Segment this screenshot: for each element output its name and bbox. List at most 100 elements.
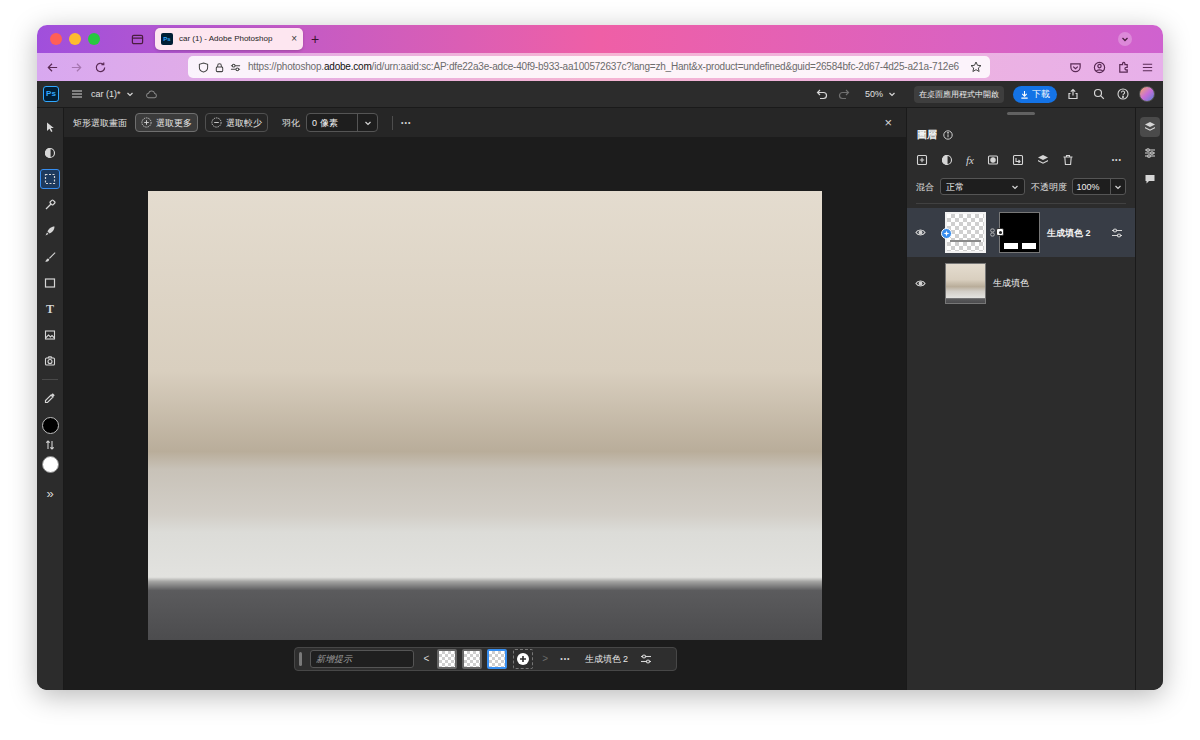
reload-icon[interactable] [94,61,107,74]
hamburger-icon[interactable] [71,88,83,100]
shield-icon[interactable] [198,62,209,73]
layer-properties-icon[interactable] [1111,227,1123,239]
zoom-level[interactable]: 50% [865,88,883,100]
canvas[interactable]: < > ••• 生成填色 2 [64,137,906,690]
opacity-value[interactable]: 100% [1073,179,1110,194]
foreground-color[interactable] [42,417,59,434]
new-tab-button[interactable]: + [311,31,319,47]
account-icon[interactable] [1093,61,1106,74]
more-tools-button[interactable]: » [46,487,53,500]
sliders-icon [1144,147,1156,159]
opacity-field[interactable]: 100% [1072,178,1126,195]
permissions-icon[interactable] [230,62,241,73]
close-button[interactable] [50,33,62,45]
healing-tool[interactable] [40,195,60,215]
visibility-eye-icon[interactable] [915,278,926,289]
bookmark-star-icon[interactable] [970,61,982,73]
extensions-icon[interactable] [1117,61,1130,74]
type-tool[interactable]: T [40,299,60,319]
zoom-button[interactable] [88,33,100,45]
properties-tab[interactable] [1140,143,1160,163]
layer-row[interactable]: 生成填色 [907,259,1135,307]
layer-mask-thumbnail[interactable] [999,212,1040,253]
add-selection-button[interactable]: 選取更多 [135,113,198,132]
opacity-dropdown[interactable] [1110,179,1125,194]
layers-more-button[interactable]: ••• [1112,154,1122,166]
search-icon[interactable] [1093,88,1105,100]
url-text[interactable]: https://photoshop.adobe.com/id/urn:aaid:… [248,60,966,74]
variation-thumbnail[interactable] [462,649,482,669]
new-layer-icon[interactable] [916,154,928,166]
shape-tool[interactable] [40,273,60,293]
open-in-desktop-button[interactable]: 在桌面應用程式中開啟 [914,86,1004,103]
feather-field[interactable]: 0 像素 [306,113,378,132]
layer-thumbnail[interactable] [945,212,986,253]
download-button[interactable]: 下載 [1013,86,1057,103]
visibility-eye-icon[interactable] [915,227,926,238]
panel-drag-handle[interactable] [1007,112,1035,115]
drag-handle[interactable] [299,652,302,666]
background-color[interactable] [42,456,59,473]
help-icon[interactable] [1117,88,1129,100]
minimize-button[interactable] [69,33,81,45]
options-close-button[interactable]: × [884,116,892,130]
share-icon[interactable] [1067,88,1079,100]
cloud-sync-icon[interactable] [145,89,158,100]
swap-colors-icon[interactable] [45,440,55,450]
photo[interactable] [148,191,822,640]
link-icon[interactable] [989,228,996,237]
options-more-button[interactable]: ••• [401,117,411,129]
tab-close[interactable]: × [291,33,297,45]
photoshop-favicon: Ps [161,33,173,45]
adjustment-layer-icon[interactable] [941,154,953,166]
photoshop-logo[interactable]: Ps [43,86,59,102]
address-field[interactable]: https://photoshop.adobe.com/id/urn:aaid:… [188,56,990,78]
place-image-tool[interactable] [40,325,60,345]
list-all-tabs[interactable] [1118,32,1132,46]
layer-thumbnail[interactable] [945,263,986,304]
layer-row[interactable]: 生成填色 2 [907,208,1135,257]
redo-icon[interactable] [838,88,850,100]
marquee-tool[interactable] [40,169,60,189]
tab-list-icon[interactable] [131,33,144,46]
feather-value[interactable]: 0 像素 [307,114,357,131]
chevron-down-icon[interactable] [126,90,134,98]
menu-icon[interactable] [1141,61,1154,74]
next-button[interactable]: > [542,653,548,665]
effects-button[interactable]: fx [966,154,974,166]
document-name[interactable]: car (1)* [91,88,121,100]
layer-name[interactable]: 生成填色 2 [1047,227,1091,239]
blend-mode-dropdown[interactable]: 正常 [940,178,1025,195]
camera-tool[interactable] [40,351,60,371]
comments-tab[interactable] [1140,169,1160,189]
brush-tool[interactable] [40,247,60,267]
browser-tab[interactable]: Ps car (1) - Adobe Photoshop × [155,28,303,50]
trash-icon[interactable] [1062,154,1074,166]
layers-tab[interactable] [1140,117,1160,137]
variation-thumbnail[interactable] [487,649,507,669]
user-avatar[interactable] [1139,86,1155,102]
subtract-selection-button[interactable]: 選取較少 [205,113,268,132]
chevron-down-icon[interactable] [888,90,896,98]
group-layers-icon[interactable] [1037,154,1049,166]
feather-dropdown[interactable] [357,114,377,131]
undo-icon[interactable] [816,88,828,100]
clipping-mask-icon[interactable] [1012,154,1024,166]
lock-icon[interactable] [214,62,225,73]
generate-more-button[interactable] [513,649,533,669]
task-bar-more-button[interactable]: ••• [560,653,570,665]
quick-action-tool[interactable] [40,221,60,241]
add-mask-icon[interactable] [987,154,999,166]
move-tool[interactable] [40,117,60,137]
back-icon[interactable] [46,61,59,74]
variation-thumbnail[interactable] [437,649,457,669]
layer-name[interactable]: 生成填色 [993,277,1029,289]
info-icon[interactable] [943,130,953,140]
previous-button[interactable]: < [424,653,430,665]
pocket-icon[interactable] [1069,61,1082,74]
forward-icon[interactable] [70,61,83,74]
adjust-tool[interactable] [40,143,60,163]
eyedropper-tool[interactable] [40,388,60,408]
prompt-field[interactable] [310,650,414,668]
settings-sliders-icon[interactable] [640,653,652,665]
